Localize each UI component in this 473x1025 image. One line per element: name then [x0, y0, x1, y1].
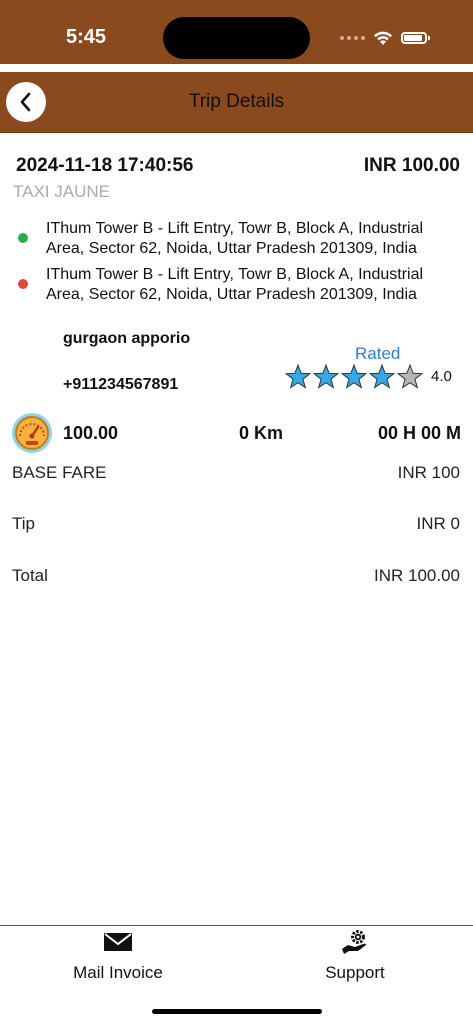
base-fare-label: BASE FARE [12, 463, 107, 482]
vehicle-type: TAXI JAUNE [13, 182, 110, 201]
nav-bar: Trip Details [0, 72, 473, 133]
star-empty-icon [396, 364, 424, 389]
signal-icon [340, 36, 365, 40]
trip-amount: INR 100.00 [363, 155, 460, 176]
pickup-address: IThum Tower B - Lift Entry, Towr B, Bloc… [16, 219, 456, 259]
drop-address: IThum Tower B - Lift Entry, Towr B, Bloc… [16, 265, 456, 305]
tip-label: Tip [12, 514, 35, 533]
star-filled-icon [340, 364, 368, 389]
support-button[interactable]: Support [237, 926, 473, 996]
star-filled-icon [368, 364, 396, 389]
home-indicator [152, 1009, 322, 1014]
tip-value: INR 0 [416, 514, 460, 533]
total-value: INR 100.00 [374, 566, 460, 585]
battery-icon [401, 32, 430, 44]
support-label: Support [325, 963, 385, 982]
base-fare-value: INR 100 [397, 463, 460, 482]
stat-duration: 00 H 00 M [377, 423, 461, 443]
drop-address-text: IThum Tower B - Lift Entry, Towr B, Bloc… [46, 266, 424, 303]
rating-stars [284, 364, 424, 390]
speedometer-icon [12, 413, 52, 453]
pickup-dot-icon [18, 233, 28, 243]
rating-value: 4.0 [431, 368, 452, 385]
star-filled-icon [312, 364, 340, 389]
star-filled-icon [284, 364, 312, 389]
status-bar: 5:45 [0, 0, 473, 64]
dynamic-island [163, 17, 310, 59]
pickup-address-text: IThum Tower B - Lift Entry, Towr B, Bloc… [46, 220, 424, 257]
status-time: 5:45 [66, 26, 107, 48]
driver-name: gurgaon apporio [63, 330, 191, 347]
status-icons [340, 28, 430, 48]
rated-label: Rated [355, 344, 401, 363]
stat-fare: 100.00 [63, 423, 119, 443]
driver-phone[interactable]: +911234567891 [63, 376, 178, 394]
drop-dot-icon [18, 279, 28, 289]
wifi-icon [374, 31, 392, 45]
trip-datetime: 2024-11-18 17:40:56 [16, 155, 194, 176]
page-title: Trip Details [188, 91, 285, 112]
mail-invoice-button[interactable]: Mail Invoice [0, 926, 236, 996]
envelope-icon [104, 933, 132, 951]
hand-gear-icon [342, 930, 366, 954]
total-label: Total [12, 566, 48, 585]
mail-invoice-label: Mail Invoice [73, 963, 163, 982]
stat-distance: 0 Km [239, 423, 284, 443]
